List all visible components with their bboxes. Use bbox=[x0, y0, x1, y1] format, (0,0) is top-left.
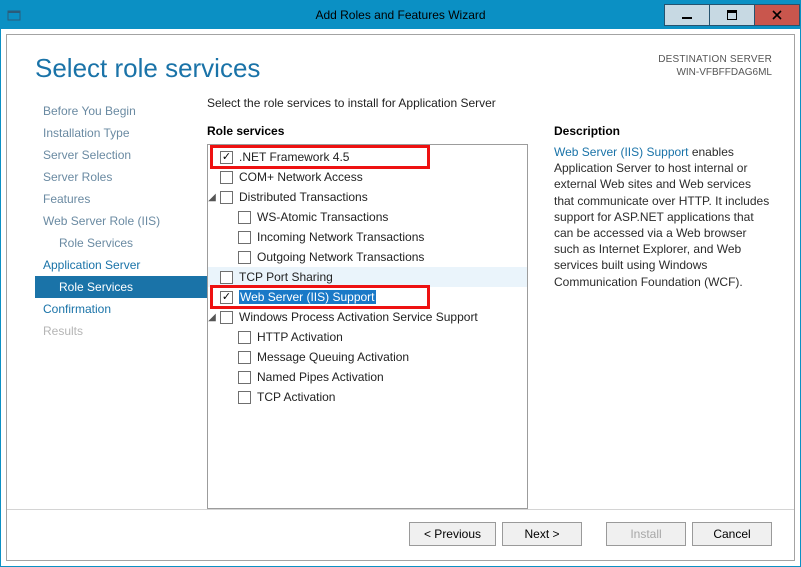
checkbox[interactable] bbox=[238, 391, 251, 404]
nav-item: Results bbox=[35, 320, 207, 342]
maximize-button[interactable] bbox=[709, 4, 755, 26]
checkbox[interactable] bbox=[238, 351, 251, 364]
description-column: Description Web Server (IIS) Support ena… bbox=[554, 124, 770, 509]
checkbox[interactable] bbox=[220, 151, 233, 164]
nav-item[interactable]: Confirmation bbox=[35, 298, 207, 320]
tree-item[interactable]: ◢ Distributed Transactions bbox=[208, 187, 527, 207]
tree-item-label: Distributed Transactions bbox=[239, 190, 368, 204]
cancel-button[interactable]: Cancel bbox=[692, 522, 772, 546]
tree-item-label: .NET Framework 4.5 bbox=[239, 150, 349, 164]
tree-item-label: Web Server (IIS) Support bbox=[239, 290, 376, 304]
description-text: Web Server (IIS) Support enables Applica… bbox=[554, 144, 770, 290]
nav-item[interactable]: Installation Type bbox=[35, 122, 207, 144]
tree-item-label: HTTP Activation bbox=[257, 330, 343, 344]
tree-item-label: COM+ Network Access bbox=[239, 170, 363, 184]
destination-server: DESTINATION SERVER WIN-VFBFFDAG6ML bbox=[658, 53, 772, 79]
titlebar: Add Roles and Features Wizard bbox=[1, 1, 800, 29]
nav-item[interactable]: Server Selection bbox=[35, 144, 207, 166]
role-services-tree[interactable]: .NET Framework 4.5 COM+ Network Access ◢ Di… bbox=[207, 144, 528, 509]
header: Select role services DESTINATION SERVER … bbox=[7, 35, 794, 90]
role-services-column: Role services .NET Framework 4.5 COM+ Net… bbox=[207, 124, 528, 509]
nav-item[interactable]: Web Server Role (IIS) bbox=[35, 210, 207, 232]
destination-value: WIN-VFBFFDAG6ML bbox=[658, 66, 772, 79]
tree-item[interactable]: Outgoing Network Transactions bbox=[208, 247, 527, 267]
body: Before You BeginInstallation TypeServer … bbox=[7, 90, 794, 509]
app-icon bbox=[1, 1, 27, 29]
tree-item[interactable]: TCP Activation bbox=[208, 387, 527, 407]
nav-item[interactable]: Role Services bbox=[35, 276, 207, 298]
wizard-inner: Select role services DESTINATION SERVER … bbox=[6, 34, 795, 561]
checkbox[interactable] bbox=[238, 251, 251, 264]
tree-item-label: TCP Port Sharing bbox=[239, 270, 333, 284]
install-button[interactable]: Install bbox=[606, 522, 686, 546]
tree-item-label: Incoming Network Transactions bbox=[257, 230, 424, 244]
tree-item[interactable]: .NET Framework 4.5 bbox=[208, 147, 527, 167]
tree-item-label: WS-Atomic Transactions bbox=[257, 210, 388, 224]
tree-item-label: TCP Activation bbox=[257, 390, 335, 404]
checkbox[interactable] bbox=[220, 291, 233, 304]
columns: Role services .NET Framework 4.5 COM+ Net… bbox=[207, 124, 770, 509]
next-button[interactable]: Next > bbox=[502, 522, 582, 546]
checkbox[interactable] bbox=[220, 311, 233, 324]
tree-item[interactable]: ◢ Windows Process Activation Service Supp… bbox=[208, 307, 527, 327]
tree-item-label: Outgoing Network Transactions bbox=[257, 250, 424, 264]
description-label: Description bbox=[554, 124, 770, 138]
tree-item-label: Message Queuing Activation bbox=[257, 350, 409, 364]
prompt-text: Select the role services to install for … bbox=[207, 96, 770, 110]
wizard-window: Add Roles and Features Wizard Select rol… bbox=[0, 0, 801, 567]
tree-item[interactable]: Named Pipes Activation bbox=[208, 367, 527, 387]
checkbox[interactable] bbox=[220, 171, 233, 184]
page-title: Select role services bbox=[35, 53, 260, 84]
nav-item[interactable]: Application Server bbox=[35, 254, 207, 276]
tree-item[interactable]: WS-Atomic Transactions bbox=[208, 207, 527, 227]
checkbox[interactable] bbox=[220, 271, 233, 284]
minimize-button[interactable] bbox=[664, 4, 710, 26]
tree-item[interactable]: Message Queuing Activation bbox=[208, 347, 527, 367]
tree-item[interactable]: TCP Port Sharing bbox=[208, 267, 527, 287]
close-button[interactable] bbox=[754, 4, 800, 26]
role-services-label: Role services bbox=[207, 124, 528, 138]
checkbox[interactable] bbox=[238, 331, 251, 344]
nav-item[interactable]: Features bbox=[35, 188, 207, 210]
description-body: enables Application Server to host inter… bbox=[554, 145, 769, 289]
main-panel: Select the role services to install for … bbox=[207, 94, 794, 509]
checkbox[interactable] bbox=[238, 231, 251, 244]
tree-item[interactable]: Web Server (IIS) Support bbox=[208, 287, 527, 307]
nav-item[interactable]: Role Services bbox=[35, 232, 207, 254]
tree-item[interactable]: COM+ Network Access bbox=[208, 167, 527, 187]
description-link[interactable]: Web Server (IIS) Support bbox=[554, 145, 689, 159]
tree-item-label: Named Pipes Activation bbox=[257, 370, 384, 384]
destination-label: DESTINATION SERVER bbox=[658, 53, 772, 66]
checkbox[interactable] bbox=[238, 371, 251, 384]
footer: < Previous Next > Install Cancel bbox=[7, 509, 794, 560]
previous-button[interactable]: < Previous bbox=[409, 522, 496, 546]
collapse-icon[interactable]: ◢ bbox=[207, 312, 218, 323]
window-controls bbox=[665, 4, 800, 26]
checkbox[interactable] bbox=[238, 211, 251, 224]
checkbox[interactable] bbox=[220, 191, 233, 204]
tree-item-label: Windows Process Activation Service Suppo… bbox=[239, 310, 478, 324]
nav-item[interactable]: Before You Begin bbox=[35, 100, 207, 122]
wizard-nav: Before You BeginInstallation TypeServer … bbox=[35, 94, 207, 509]
nav-item[interactable]: Server Roles bbox=[35, 166, 207, 188]
tree-item[interactable]: Incoming Network Transactions bbox=[208, 227, 527, 247]
tree-item[interactable]: HTTP Activation bbox=[208, 327, 527, 347]
collapse-icon[interactable]: ◢ bbox=[207, 192, 218, 203]
